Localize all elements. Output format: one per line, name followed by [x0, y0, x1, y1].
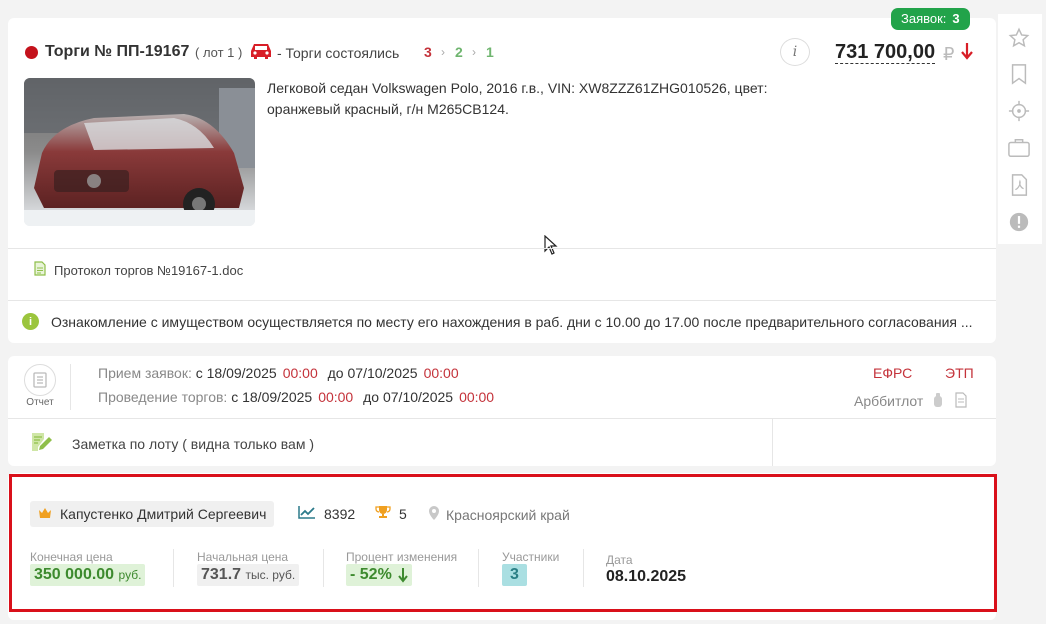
- start-price: 731.7 тыс. руб.: [197, 564, 300, 586]
- auction-end-time: 00:00: [459, 389, 495, 405]
- bids-badge: Заявок: 3: [891, 8, 970, 30]
- info-icon: i: [22, 313, 39, 330]
- change-value: - 52%: [350, 566, 392, 583]
- auction-status: - Торги состоялись: [277, 45, 400, 61]
- divider: [8, 248, 996, 249]
- stage-arrow: ›: [472, 45, 476, 59]
- protocol-document-name[interactable]: Протокол торгов №19167-1.doc: [54, 263, 243, 278]
- car-icon: [248, 40, 274, 65]
- winner-rating: 8392: [298, 505, 355, 522]
- stage-arrow: ›: [441, 45, 445, 59]
- stage-1: 1: [486, 44, 494, 60]
- platform-name[interactable]: Арббитлот: [854, 393, 923, 409]
- document-icon: [34, 261, 46, 279]
- bookmark-icon[interactable]: [1007, 62, 1031, 86]
- application-period: Прием заявок: с 18/09/2025 00:00 до 07/10…: [98, 365, 465, 381]
- auction-date: 08.10.2025: [606, 568, 687, 585]
- application-end-date: 07/10/2025: [347, 365, 418, 381]
- stage-3: 3: [424, 44, 432, 60]
- platform-link[interactable]: Арббитлот: [854, 392, 967, 409]
- date-label: Дата: [606, 553, 633, 567]
- divider: [8, 418, 996, 419]
- briefcase-icon[interactable]: [1007, 136, 1031, 160]
- report-icon[interactable]: [24, 364, 56, 396]
- divider: [70, 364, 71, 410]
- divider: [583, 549, 584, 587]
- trophies-value: 5: [399, 505, 407, 522]
- target-icon[interactable]: [1007, 99, 1031, 123]
- lot-note[interactable]: Заметка по лоту ( видна только вам ): [30, 431, 314, 456]
- change-label: Процент изменения: [346, 550, 458, 564]
- location-pin-icon: [428, 505, 440, 524]
- from-word: с: [231, 389, 239, 405]
- arrow-down-icon: [398, 568, 408, 583]
- arrow-down-icon: [960, 41, 974, 66]
- final-price: 350 000.00 руб.: [30, 564, 146, 586]
- stage-2: 2: [455, 44, 463, 60]
- from-word: с: [195, 365, 203, 381]
- star-icon[interactable]: [1007, 26, 1031, 50]
- action-sidebar: [998, 14, 1042, 244]
- bids-count: 3: [952, 11, 960, 26]
- winner-chip[interactable]: Капустенко Дмитрий Сергеевич: [30, 501, 275, 527]
- auction-end-date: 07/10/2025: [382, 389, 454, 405]
- to-word: до: [327, 365, 344, 381]
- start-price-unit: тыс. руб.: [245, 568, 296, 582]
- application-start-date: 18/09/2025: [206, 365, 277, 381]
- winner-region: Красноярский край: [428, 505, 570, 524]
- application-label: Прием заявок:: [98, 365, 192, 381]
- car-photo[interactable]: [24, 78, 255, 226]
- divider: [478, 549, 479, 587]
- note-icon: [30, 431, 52, 456]
- final-price-value: 350 000.00: [34, 566, 115, 583]
- application-start-time: 00:00: [282, 365, 318, 381]
- document-icon: [955, 392, 967, 408]
- divider: [173, 549, 174, 587]
- start-price-label: Начальная цена: [197, 550, 289, 564]
- divider: [323, 549, 324, 587]
- final-price-unit: руб.: [118, 568, 142, 582]
- participants-count: 3: [502, 564, 527, 586]
- to-word: до: [363, 389, 380, 405]
- inspection-notice: i Ознакомление с имуществом осуществляет…: [22, 313, 973, 330]
- application-end-time: 00:00: [423, 365, 459, 381]
- status-dot: [25, 46, 38, 59]
- lot-description: Легковой седан Volkswagen Polo, 2016 г.в…: [267, 80, 768, 117]
- lot-price[interactable]: 731 700,00: [835, 41, 936, 64]
- region-name: Красноярский край: [446, 506, 570, 523]
- alert-icon[interactable]: [1007, 210, 1031, 234]
- auction-period: Проведение торгов: с 18/09/2025 00:00 до …: [98, 389, 500, 405]
- divider: [8, 300, 996, 301]
- winner-name[interactable]: Капустенко Дмитрий Сергеевич: [60, 506, 266, 522]
- report-label[interactable]: Отчет: [24, 397, 56, 408]
- highlight-box: [9, 474, 997, 612]
- divider: [772, 419, 773, 466]
- lock-icon: [934, 393, 943, 407]
- price-change: - 52%: [346, 564, 412, 586]
- pdf-icon[interactable]: [1007, 173, 1031, 197]
- efrs-link[interactable]: ЕФРС: [873, 365, 912, 381]
- auction-start-time: 00:00: [318, 389, 354, 405]
- currency-sign: ₽: [943, 44, 955, 64]
- crown-icon: [38, 506, 52, 522]
- auction-label: Проведение торгов:: [98, 389, 228, 405]
- lot-number: ( лот 1 ): [195, 45, 243, 60]
- lot-title[interactable]: Торги № ПП-19167: [45, 43, 189, 61]
- winner-trophies: 5: [375, 505, 407, 522]
- auction-start-date: 18/09/2025: [242, 389, 313, 405]
- lot-note-text[interactable]: Заметка по лоту ( видна только вам ): [72, 436, 314, 452]
- bids-label: Заявок:: [901, 11, 947, 26]
- participants-label: Участники: [502, 550, 560, 564]
- final-price-label: Конечная цена: [30, 550, 113, 564]
- inspection-notice-text: Ознакомление с имуществом осуществляется…: [51, 313, 973, 330]
- chart-up-icon: [298, 505, 316, 522]
- protocol-document[interactable]: Протокол торгов №19167-1.doc: [34, 261, 243, 279]
- etp-link[interactable]: ЭТП: [945, 365, 974, 381]
- start-price-value: 731.7: [201, 566, 242, 583]
- trophy-icon: [375, 505, 391, 522]
- info-icon[interactable]: i: [780, 38, 810, 66]
- rating-value: 8392: [324, 505, 356, 522]
